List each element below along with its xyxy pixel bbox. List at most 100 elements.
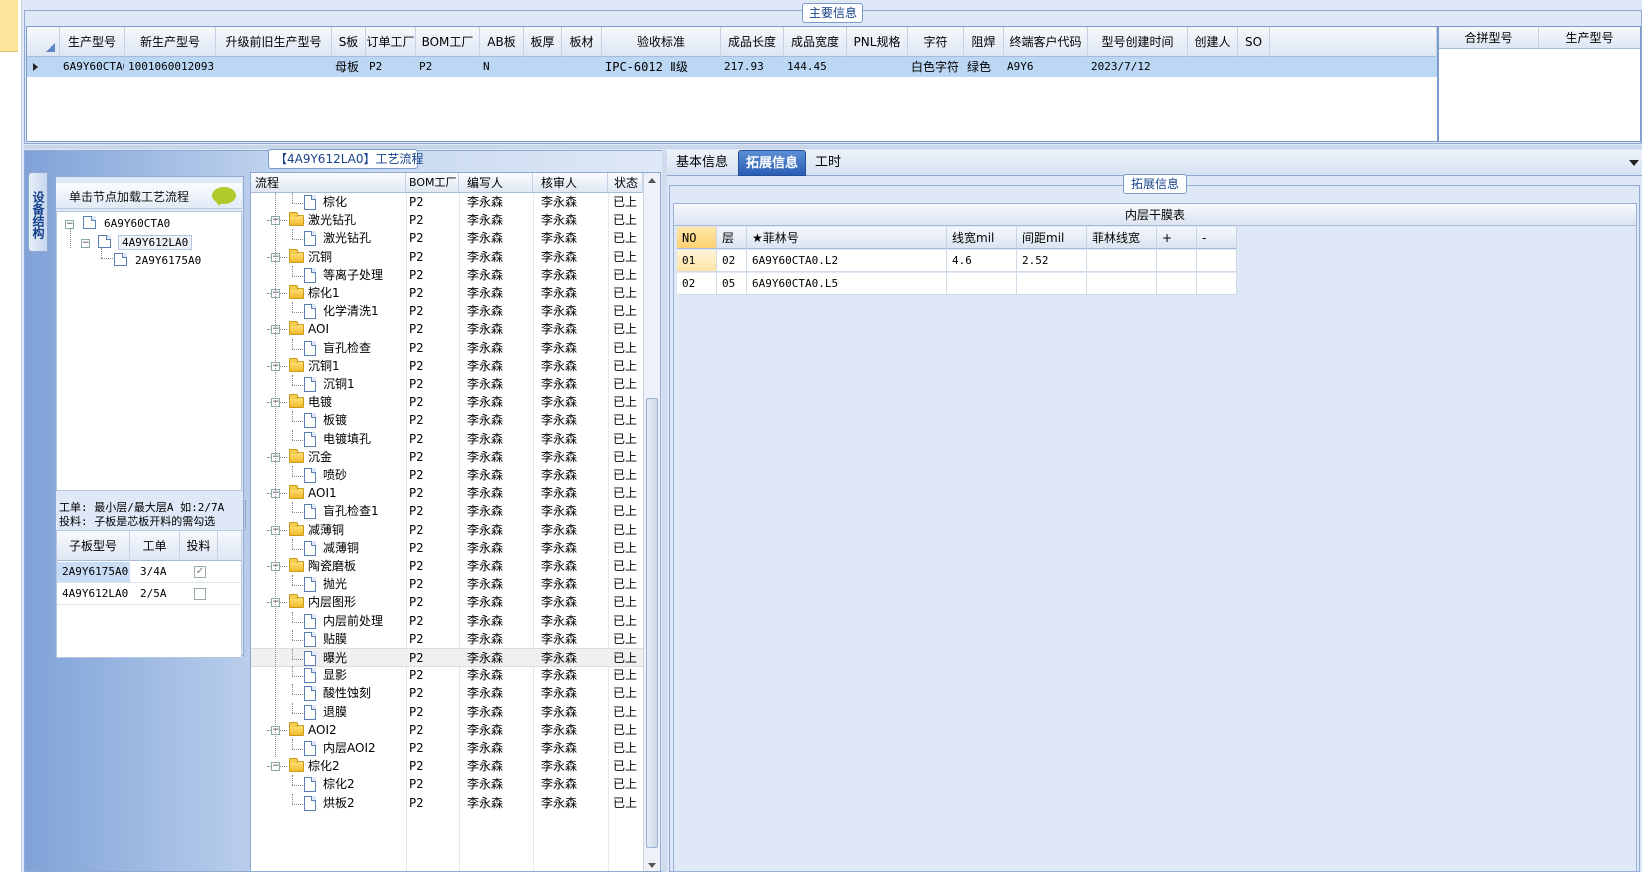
row-number-cell[interactable]: 01 [677, 250, 717, 272]
vertical-splitter[interactable] [662, 150, 667, 872]
col-header[interactable]: 型号创建时间 [1088, 27, 1188, 57]
flow-row[interactable]: 盲孔检查1 P2 李永森 李永森 已上 [251, 502, 643, 521]
col-status[interactable]: 状态 [608, 173, 643, 193]
table-row[interactable]: 6A9Y60CTA0 10010600120932 母板 P2 P2 N IPC-6012 … [27, 57, 1437, 77]
cell[interactable]: 6A9Y60CTA0.L5 [747, 273, 947, 295]
cell[interactable]: 4.6 [947, 250, 1017, 272]
tab-basic-info[interactable]: 基本信息 [667, 150, 737, 176]
tree-node-child[interactable]: 4A9Y612LA0 [118, 235, 193, 250]
flow-row[interactable]: − AOI2 P2 李永森 李永森 已上 [251, 721, 643, 740]
flow-row[interactable]: − 棕化1 P2 李永森 李永森 已上 [251, 284, 643, 303]
cell[interactable]: 02 [717, 250, 747, 272]
flow-scrollbar[interactable] [643, 173, 660, 871]
splitter-handle[interactable] [245, 500, 248, 530]
cell[interactable]: 05 [717, 273, 747, 295]
col-header[interactable]: 间距mil [1017, 227, 1087, 249]
tab-extended-info[interactable]: 拓展信息 [738, 150, 806, 176]
cell[interactable] [1157, 250, 1197, 272]
flow-row[interactable]: − 棕化2 P2 李永森 李永森 已上 [251, 757, 643, 776]
col-header[interactable]: 验收标准 [602, 27, 721, 57]
flow-row[interactable]: − 减薄铜 P2 李永森 李永森 已上 [251, 521, 643, 540]
flow-row[interactable]: 等离子处理 P2 李永森 李永森 已上 [251, 265, 643, 285]
col-header[interactable]: AB板 [480, 27, 524, 57]
flow-row[interactable]: 化学清洗1 P2 李永森 李永森 已上 [251, 302, 643, 321]
flow-row[interactable]: − 激光钻孔 P2 李永森 李永森 已上 [251, 211, 643, 230]
col-header[interactable]: 层 [717, 227, 747, 249]
col-header[interactable]: PNL规格 [847, 27, 908, 57]
tree-node-grandchild[interactable]: 2A9Y6175A0 [135, 254, 201, 267]
col-header[interactable]: 字符 [908, 27, 964, 57]
col-header[interactable]: 生产型号 [60, 27, 125, 57]
col-merge-model[interactable]: 合拼型号 [1439, 27, 1539, 49]
flow-row[interactable]: 酸性蚀刻 P2 李永森 李永森 已上 [251, 684, 643, 703]
cell[interactable] [1197, 273, 1237, 295]
tab-work-hours[interactable]: 工时 [808, 150, 848, 176]
flow-row[interactable]: − AOI1 P2 李永森 李永森 已上 [251, 484, 643, 503]
flow-row[interactable]: 内层前处理 P2 李永森 李永森 已上 [251, 611, 643, 631]
col-header[interactable]: 板材 [562, 27, 602, 57]
row-number-cell[interactable]: 02 [677, 273, 717, 295]
col-header[interactable]: + [1157, 227, 1197, 249]
flow-row[interactable]: 棕化 P2 李永森 李永森 已上 [251, 193, 643, 212]
col-header[interactable]: 阻焊 [964, 27, 1004, 57]
flow-row[interactable]: − 沉铜 P2 李永森 李永森 已上 [251, 248, 643, 267]
scroll-down-icon[interactable] [648, 863, 656, 868]
flow-row[interactable]: 激光钻孔 P2 李永森 李永森 已上 [251, 229, 643, 248]
scroll-thumb[interactable] [646, 398, 658, 848]
cell[interactable] [1197, 250, 1237, 272]
flow-row[interactable]: 减薄铜 P2 李永森 李永森 已上 [251, 538, 643, 558]
col-header[interactable]: NO [677, 227, 717, 249]
col-header[interactable]: BOM工厂 [416, 27, 480, 57]
flow-row[interactable]: 板镀 P2 李永森 李永森 已上 [251, 411, 643, 430]
col-feed[interactable]: 投料 [180, 531, 218, 561]
cell[interactable] [1017, 273, 1087, 295]
flow-row[interactable]: 棕化2 P2 李永森 李永森 已上 [251, 775, 643, 794]
col-reviewer[interactable]: 核审人 [533, 173, 608, 193]
flow-row[interactable]: − 沉铜1 P2 李永森 李永森 已上 [251, 357, 643, 376]
table-row[interactable]: 4A9Y612LA0 2/5A [57, 584, 241, 605]
flow-row[interactable]: 沉铜1 P2 李永森 李永森 已上 [251, 375, 643, 394]
col-header[interactable]: ★菲林号 [747, 227, 947, 249]
col-header[interactable]: S板 [332, 27, 366, 57]
col-sub-model[interactable]: 子板型号 [57, 531, 130, 561]
col-header[interactable]: 升级前旧生产型号 [216, 27, 332, 57]
cell[interactable]: 2.52 [1017, 250, 1087, 272]
flow-row[interactable]: 内层AOI2 P2 李永森 李永森 已上 [251, 739, 643, 758]
col-header[interactable]: 板厚 [524, 27, 562, 57]
col-bom-factory[interactable]: BOM工厂 [406, 173, 459, 193]
col-header[interactable]: - [1197, 227, 1237, 249]
flow-row[interactable]: 曝光 P2 李永森 李永森 已上 [251, 648, 643, 667]
dropdown-arrow-icon[interactable] [1629, 160, 1639, 166]
feed-checkbox[interactable]: ✓ [194, 566, 206, 578]
cell[interactable]: 6A9Y60CTA0.L2 [747, 250, 947, 272]
flow-row[interactable]: 退膜 P2 李永森 李永森 已上 [251, 702, 643, 722]
flow-row[interactable]: 抛光 P2 李永森 李永森 已上 [251, 575, 643, 594]
table-row[interactable]: 2A9Y6175A0 3/4A ✓ [57, 562, 241, 583]
cell[interactable] [947, 273, 1017, 295]
scroll-up-icon[interactable] [648, 178, 656, 183]
device-structure-tab[interactable]: 设备结构 [28, 172, 48, 252]
flow-row[interactable]: 烘板2 P2 李永森 李永森 已上 [251, 793, 643, 813]
flow-row[interactable]: − 陶瓷磨板 P2 李永森 李永森 已上 [251, 557, 643, 576]
flow-row[interactable]: 喷砂 P2 李永森 李永森 已上 [251, 466, 643, 485]
feed-checkbox[interactable] [194, 588, 206, 600]
col-header[interactable]: 菲林线宽 [1087, 227, 1157, 249]
col-order[interactable]: 工单 [130, 531, 180, 561]
col-header[interactable]: 订单工厂 [366, 27, 416, 57]
col-flow[interactable]: 流程 [251, 173, 406, 193]
cell[interactable] [1087, 250, 1157, 272]
col-header[interactable]: 创建人 [1188, 27, 1238, 57]
col-header[interactable]: 新生产型号 [125, 27, 216, 57]
flow-row[interactable]: − AOI P2 李永森 李永森 已上 [251, 320, 643, 339]
collapse-icon[interactable]: − [81, 239, 90, 248]
flow-row[interactable]: − 沉金 P2 李永森 李永森 已上 [251, 448, 643, 467]
col-header[interactable]: 线宽mil [947, 227, 1017, 249]
flow-row[interactable]: 电镀填孔 P2 李永森 李永森 已上 [251, 429, 643, 449]
flow-row[interactable]: 贴膜 P2 李永森 李永森 已上 [251, 629, 643, 649]
col-writer[interactable]: 编写人 [459, 173, 533, 193]
col-header[interactable]: 终端客户代码 [1004, 27, 1088, 57]
col-header[interactable]: SO [1238, 27, 1270, 57]
flow-row[interactable]: 盲孔检查 P2 李永森 李永森 已上 [251, 338, 643, 358]
tree-node-root[interactable]: 6A9Y60CTA0 [104, 217, 170, 230]
flow-row[interactable]: 显影 P2 李永森 李永森 已上 [251, 666, 643, 685]
